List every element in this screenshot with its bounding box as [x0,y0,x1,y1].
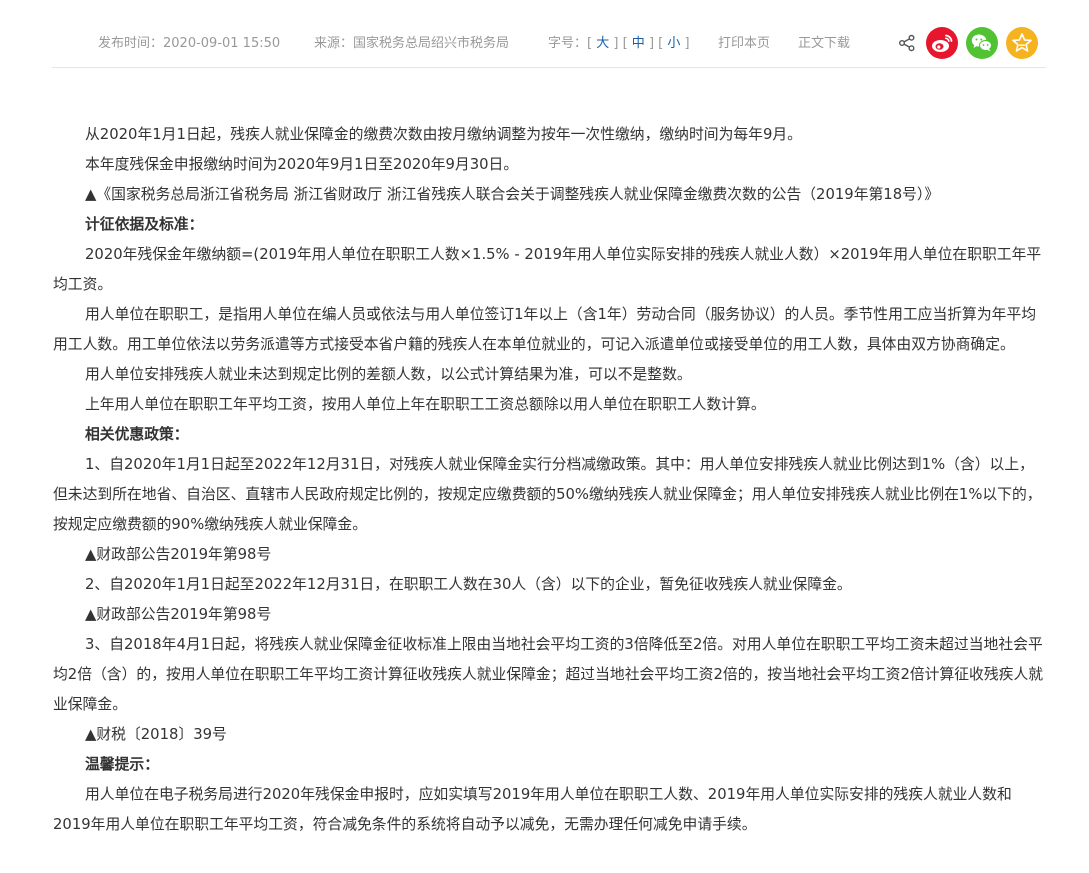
article-source: 来源：国家税务总局绍兴市税务局 [314,36,510,51]
paragraph-shortfall: 用人单位安排残疾人就业未达到规定比例的差额人数，以公式计算结果为准，可以不是整数… [85,366,692,383]
article-meta-bar: 发布时间：2020-09-01 15:50 来源：国家税务总局绍兴市税务局 字号… [52,0,1046,68]
paragraph-formula: 2020年残保金年缴纳额=(2019年用人单位在职职工人数×1.5% - 201… [53,246,1042,293]
print-page-link[interactable]: 打印本页 [718,36,770,52]
paragraph-average-salary: 上年用人单位在职职工年平均工资，按用人单位上年在职职工工资总额除以用人单位在职职… [85,396,766,413]
paragraph-employee-definition: 用人单位在职职工，是指用人单位在编人员或依法与用人单位签订1年以上（含1年）劳动… [53,306,1037,353]
paragraph-intro: 从2020年1月1日起，残疾人就业保障金的缴费次数由按月缴纳调整为按年一次性缴纳… [85,126,802,143]
publish-time: 发布时间：2020-09-01 15:50 [98,36,281,51]
paragraph-filing-period: 本年度残保金申报缴纳时间为2020年9月1日至2020年9月30日。 [85,156,519,173]
weibo-icon[interactable] [926,27,958,59]
font-size-switcher: 字号：[ 大 ] [ 中 ] [ 小 ] [548,36,690,51]
font-size-label: 字号： [548,36,588,51]
paragraph-policy-3-ref: ▲财税〔2018〕39号 [85,726,227,743]
paragraph-policy-3: 3、自2018年4月1日起，将残疾人就业保障金征收标准上限由当地社会平均工资的3… [53,636,1044,713]
article-body: 从2020年1月1日起，残疾人就业保障金的缴费次数由按月缴纳调整为按年一次性缴纳… [53,120,1046,840]
font-size-medium-link[interactable]: 中 [632,36,645,51]
share-icon[interactable] [898,34,916,52]
section-heading-tips: 温馨提示： [85,756,159,773]
download-text-link[interactable]: 正文下载 [798,36,850,52]
wechat-icon[interactable] [966,27,998,59]
paragraph-policy-2: 2、自2020年1月1日起至2022年12月31日，在职职工人数在30人（含）以… [85,576,852,593]
paragraph-policy-1-ref: ▲财政部公告2019年第98号 [85,546,272,563]
paragraph-announcement-ref: ▲《国家税务总局浙江省税务局 浙江省财政厅 浙江省残疾人联合会关于调整残疾人就业… [85,186,940,203]
paragraph-policy-1: 1、自2020年1月1日起至2022年12月31日，对残疾人就业保障金实行分档减… [53,456,1042,533]
font-size-large-link[interactable]: 大 [596,36,609,51]
paragraph-policy-2-ref: ▲财政部公告2019年第98号 [85,606,272,623]
paragraph-tips: 用人单位在电子税务局进行2020年残保金申报时，应如实填写2019年用人单位在职… [53,786,1012,833]
font-size-small-link[interactable]: 小 [667,36,680,51]
favorite-star-icon[interactable] [1006,27,1038,59]
section-heading-policies: 相关优惠政策： [85,426,189,443]
section-heading-basis: 计征依据及标准： [85,216,204,233]
